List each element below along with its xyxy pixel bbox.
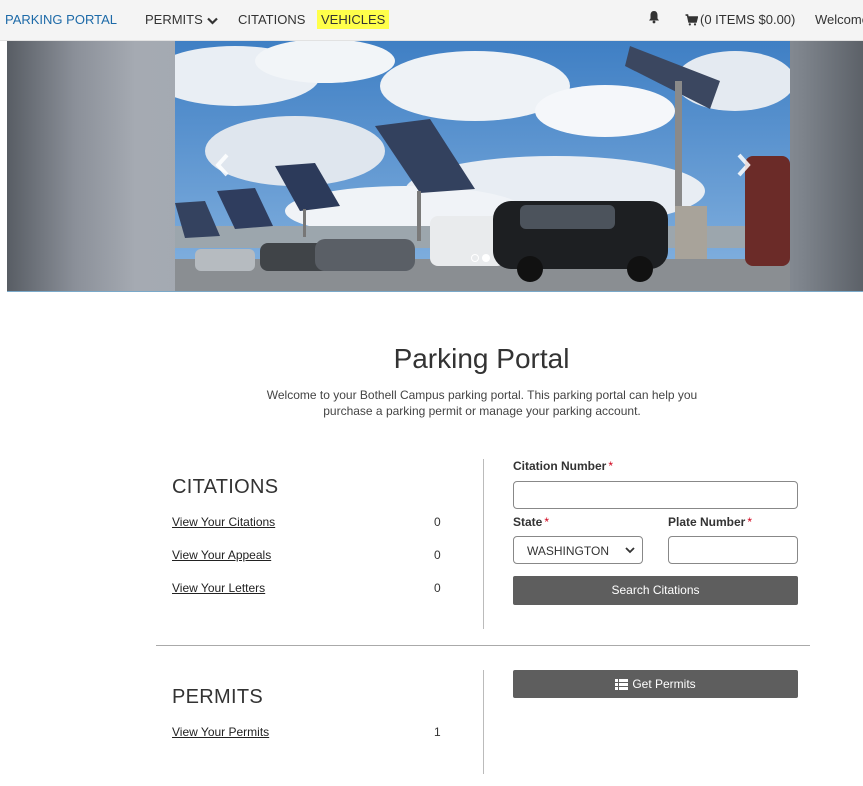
view-your-permits-link[interactable]: View Your Permits [172,725,269,739]
welcome-user-menu[interactable]: Welcome, [815,12,863,27]
shopping-cart-icon [685,14,699,26]
plate-number-label-text: Plate Number [668,515,746,529]
plate-number-label: Plate Number * [668,515,752,529]
plate-number-input[interactable] [668,536,798,564]
state-selected-value: WASHINGTON [527,544,610,558]
carousel-dot-1[interactable] [471,254,479,262]
permits-divider [483,670,484,774]
top-nav: PARKING PORTAL PERMITS CITATIONS VEHICLE… [0,0,863,41]
state-label: State * [513,515,549,529]
permits-count: 1 [434,725,441,739]
carousel-next-arrow-icon[interactable] [736,153,752,177]
list-icon [615,679,629,690]
cart-summary: (0 ITEMS $0.00) [700,12,796,27]
page-title: Parking Portal [393,343,570,374]
appeals-count: 0 [434,548,441,562]
permit-link-row: View Your Permits 1 [172,725,442,739]
citation-link-row: View Your Citations 0 [172,515,442,529]
hero-carousel [7,41,863,292]
carousel-indicators [471,249,493,267]
chevron-down-icon [207,17,218,25]
permits-heading: PERMITS [172,686,263,708]
chevron-down-icon [625,547,635,554]
letter-link-row: View Your Letters 0 [172,581,442,595]
view-your-citations-link[interactable]: View Your Citations [172,515,275,529]
required-marker: * [544,515,550,529]
state-select[interactable]: WASHINGTON [513,536,643,564]
nav-permits-dropdown[interactable]: PERMITS [145,12,218,27]
appeal-link-row: View Your Appeals 0 [172,548,442,562]
citations-heading: CITATIONS [172,476,279,498]
citation-number-input[interactable] [513,481,798,509]
citations-divider [483,459,484,629]
section-divider [156,645,810,646]
nav-vehicles[interactable]: VEHICLES [317,10,390,29]
bell-icon [649,11,659,24]
view-your-appeals-link[interactable]: View Your Appeals [172,548,271,562]
view-your-letters-link[interactable]: View Your Letters [172,581,265,595]
get-permits-label: Get Permits [632,677,696,691]
get-permits-button[interactable]: Get Permits [513,670,798,698]
nav-citations[interactable]: CITATIONS [238,12,305,27]
search-citations-button[interactable]: Search Citations [513,576,798,605]
citations-count: 0 [434,515,441,529]
notifications-button[interactable] [648,10,660,27]
citation-number-label: Citation Number * [513,459,613,473]
cart-link[interactable]: (0 ITEMS $0.00) [685,12,795,27]
required-marker: * [747,515,753,529]
nav-permits-label: PERMITS [145,12,203,27]
carousel-prev-arrow-icon[interactable] [214,153,230,177]
required-marker: * [608,459,614,473]
citation-number-label-text: Citation Number [513,459,607,473]
letters-count: 0 [434,581,441,595]
nav-parking-portal[interactable]: PARKING PORTAL [5,12,117,27]
state-label-text: State [513,515,543,529]
carousel-dot-2[interactable] [482,254,490,262]
intro-text: Welcome to your Bothell Campus parking p… [266,388,698,418]
